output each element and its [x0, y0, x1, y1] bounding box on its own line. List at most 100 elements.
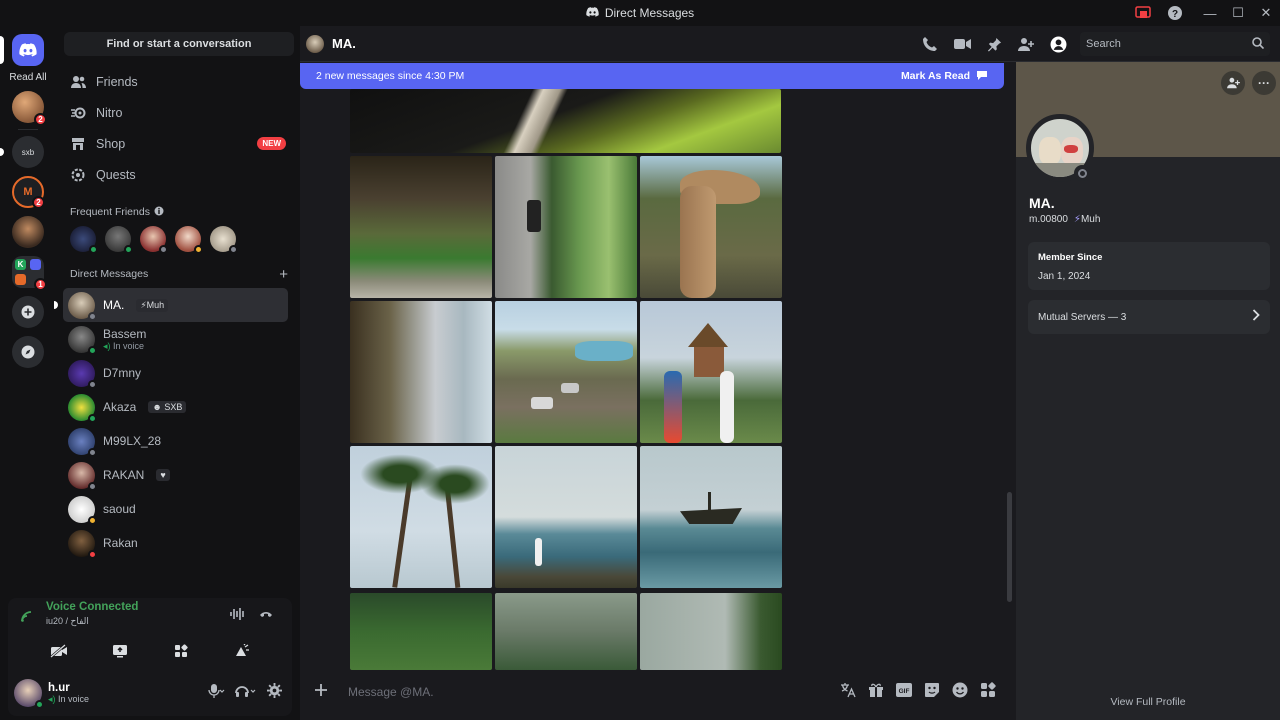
dm-item-d7mny[interactable]: D7mny: [63, 356, 288, 390]
dm-name: MA.: [103, 298, 125, 312]
guild-m[interactable]: M 2: [12, 176, 45, 209]
avatar: [68, 359, 97, 389]
frequent-friends-list: [56, 226, 300, 256]
attachment-image[interactable]: [350, 156, 492, 298]
voice-status[interactable]: Voice Connected: [46, 601, 138, 613]
guild-sxb[interactable]: sxb: [0, 136, 44, 168]
guild-folder[interactable]: K 1: [12, 256, 47, 291]
add-server-button[interactable]: [12, 296, 44, 328]
voice-channel[interactable]: iu20 / الفاح: [46, 616, 89, 627]
dm-item-rakan[interactable]: Rakan: [63, 526, 288, 560]
username[interactable]: h.ur: [48, 682, 89, 694]
nav-quests[interactable]: Quests: [64, 159, 292, 190]
discover-icon[interactable]: [12, 336, 44, 368]
attachment-image[interactable]: [350, 301, 492, 443]
pin-icon[interactable]: [984, 34, 1004, 54]
nav-label: Friends: [96, 74, 138, 89]
maximize-button[interactable]: ☐: [1224, 0, 1252, 26]
nav-label: Quests: [96, 167, 136, 182]
help-icon[interactable]: ?: [1164, 0, 1186, 26]
attachment-image[interactable]: [640, 301, 782, 443]
dm-item-akaza[interactable]: Akaza ☻ SXB: [63, 390, 288, 424]
user-avatar[interactable]: [14, 679, 44, 709]
dm-name: Akaza: [103, 400, 137, 414]
dm-item-rakan-caps[interactable]: RAKAN ♥: [63, 458, 288, 492]
friend-avatar[interactable]: [210, 226, 238, 254]
profile-name: MA.: [1029, 195, 1055, 211]
search-icon: [1252, 36, 1265, 52]
dm-item-ma[interactable]: MA. ⚡Muh: [54, 288, 288, 322]
dm-item-saoud[interactable]: saoud: [63, 492, 288, 526]
screen-share-icon[interactable]: [1132, 0, 1154, 26]
chat-scrollbar[interactable]: [1007, 492, 1012, 602]
friend-avatar[interactable]: [140, 226, 168, 254]
nav-friends[interactable]: Friends: [64, 66, 292, 97]
user-panel: h.ur ◂) In voice: [8, 670, 292, 716]
gift-icon[interactable]: [868, 682, 884, 703]
signal-icon: [20, 609, 34, 627]
more-options-icon[interactable]: ···: [1252, 71, 1276, 95]
screen-share-icon[interactable]: [105, 638, 135, 664]
attachment-image[interactable]: [640, 593, 782, 670]
new-messages-bar[interactable]: 2 new messages since 4:30 PM Mark As Rea…: [300, 63, 1004, 89]
message-input[interactable]: Message @MA.: [348, 685, 434, 699]
translate-icon[interactable]: [840, 682, 856, 703]
view-full-profile-link[interactable]: View Full Profile: [1016, 696, 1280, 708]
mutual-servers-label: Mutual Servers — 3: [1038, 311, 1127, 323]
guild-avatar[interactable]: 2: [12, 91, 47, 126]
apps-icon[interactable]: [980, 681, 996, 703]
attachment-image[interactable]: [350, 89, 781, 153]
window-title-text: Direct Messages: [604, 6, 695, 20]
attachment-image[interactable]: [495, 156, 637, 298]
guild-avatar[interactable]: [12, 216, 44, 248]
create-dm-icon[interactable]: +: [279, 266, 288, 283]
user-profile-icon[interactable]: [1048, 34, 1068, 54]
dm-item-m99lx[interactable]: M99LX_28: [63, 424, 288, 458]
friend-avatar[interactable]: [70, 226, 98, 254]
attachment-image[interactable]: [495, 301, 637, 443]
search-input[interactable]: Search: [1080, 32, 1270, 56]
info-icon: [154, 206, 164, 219]
close-button[interactable]: ✕: [1252, 0, 1280, 26]
friend-avatar[interactable]: [175, 226, 203, 254]
attachment-image[interactable]: [350, 446, 492, 588]
mutual-servers-button[interactable]: Mutual Servers — 3: [1028, 300, 1270, 334]
attachment-image[interactable]: [640, 446, 782, 588]
home-button[interactable]: [0, 34, 44, 66]
activities-icon[interactable]: [166, 638, 196, 664]
emoji-icon[interactable]: [952, 682, 968, 703]
attachment-image[interactable]: [495, 593, 637, 670]
microphone-icon[interactable]: [207, 683, 225, 703]
mark-as-read-button[interactable]: Mark As Read: [901, 69, 988, 84]
soundboard-icon[interactable]: [227, 638, 257, 664]
gif-icon[interactable]: GIF: [896, 682, 912, 702]
add-friends-to-dm-icon[interactable]: [1016, 34, 1036, 54]
attachment-image[interactable]: [350, 593, 492, 670]
nav-nitro[interactable]: Nitro: [64, 97, 292, 128]
voice-call-icon[interactable]: [920, 34, 940, 54]
noise-suppression-icon[interactable]: [230, 607, 246, 626]
chat-area: 2 new messages since 4:30 PM Mark As Rea…: [300, 62, 1016, 720]
add-attachment-icon[interactable]: [314, 683, 328, 702]
header-avatar: [306, 34, 324, 53]
camera-off-icon[interactable]: [44, 638, 74, 664]
dm-name: M99LX_28: [103, 434, 162, 448]
friend-avatar[interactable]: [105, 226, 133, 254]
frequent-friends-header: Frequent Friends: [56, 202, 300, 222]
add-friend-icon[interactable]: [1221, 71, 1245, 95]
unread-badge: 2: [34, 113, 47, 126]
disconnect-icon[interactable]: [258, 607, 274, 626]
video-call-icon[interactable]: [952, 34, 972, 54]
find-conversation-button[interactable]: Find or start a conversation: [64, 32, 294, 56]
attachment-image[interactable]: [640, 156, 782, 298]
minimize-button[interactable]: —: [1196, 0, 1224, 26]
sticker-icon[interactable]: [924, 682, 940, 703]
dm-item-bassem[interactable]: Bassem ◂) In voice: [63, 322, 288, 356]
nav-shop[interactable]: Shop NEW: [64, 128, 292, 159]
read-all-button[interactable]: Read All: [9, 72, 46, 83]
nitro-icon: [70, 105, 86, 121]
new-messages-text: 2 new messages since 4:30 PM: [316, 70, 465, 82]
attachment-image[interactable]: [495, 446, 637, 588]
headphones-icon[interactable]: [235, 684, 257, 703]
settings-gear-icon[interactable]: [267, 683, 282, 703]
